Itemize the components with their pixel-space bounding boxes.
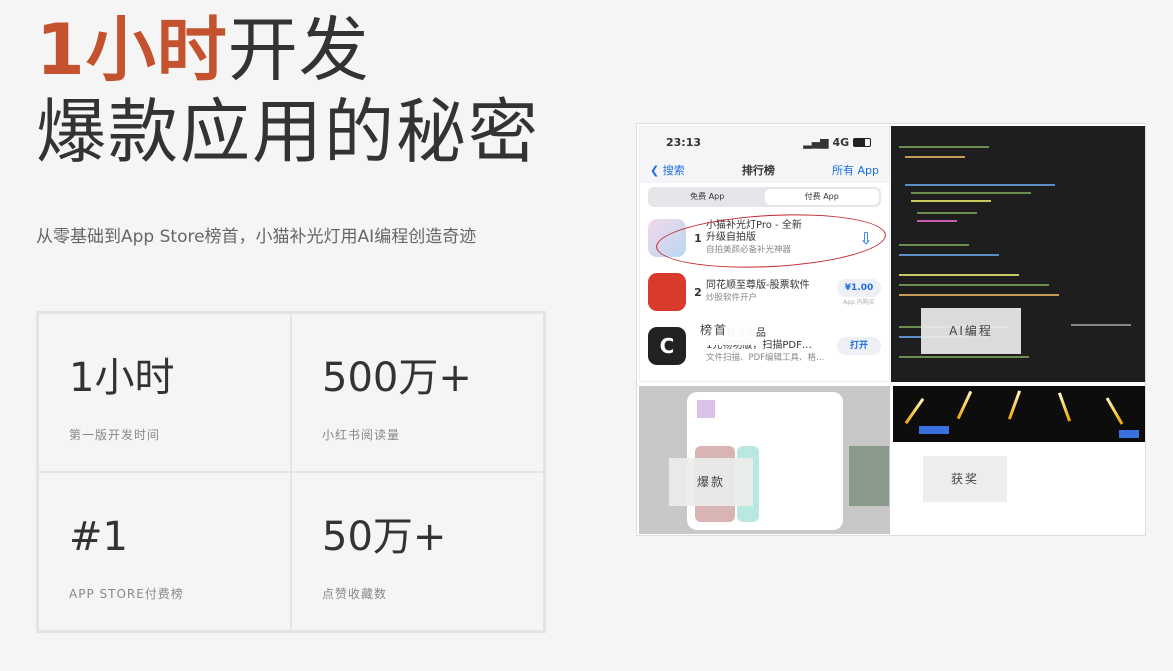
code-line bbox=[899, 284, 1049, 286]
stat-label: APP STORE付费榜 bbox=[69, 587, 184, 601]
in-app-note: App 内购买 bbox=[843, 298, 875, 306]
stage-light bbox=[956, 390, 973, 420]
stat-card: 500万+ 小红书阅读量 bbox=[291, 313, 544, 472]
title-highlight: 1小时 bbox=[36, 9, 228, 91]
subtitle: 从零基础到App Store榜首，小猫补光灯用AI编程创造奇迹 bbox=[36, 227, 477, 247]
list-item[interactable]: C 王 - 官方出品 1元物功版，扫描PDF… 文件扫描、PDF编辑工具、格… … bbox=[640, 319, 889, 373]
award-stage-photo bbox=[893, 386, 1145, 442]
code-line bbox=[899, 294, 1059, 296]
list-item[interactable]: 2 同花顺至尊版-股票软件 炒股软件开户 ¥1.00 App 内购买 bbox=[640, 265, 889, 319]
stat-card: 1小时 第一版开发时间 bbox=[38, 313, 291, 472]
highlight-circle bbox=[654, 209, 888, 273]
stat-label: 点赞收藏数 bbox=[322, 587, 388, 601]
stat-value: #1 bbox=[69, 514, 128, 560]
award-label: 获奖 bbox=[923, 456, 1007, 502]
stat-label: 小红书阅读量 bbox=[322, 428, 401, 442]
code-line bbox=[899, 244, 969, 246]
price-button[interactable]: ¥1.00 bbox=[837, 278, 881, 297]
ai-coding-label: AI编程 bbox=[921, 308, 1021, 354]
social-media-collage: 爆款 bbox=[639, 386, 890, 534]
award-panel: 获奖 bbox=[893, 442, 1145, 534]
open-button[interactable]: 打开 bbox=[837, 337, 881, 355]
title-rest: 开发 bbox=[227, 9, 370, 91]
code-line bbox=[899, 146, 989, 148]
stage-screen bbox=[1119, 430, 1139, 438]
chevron-left-icon: ❮ bbox=[650, 164, 663, 177]
code-line bbox=[899, 274, 1019, 276]
stats-grid: 1小时 第一版开发时间 500万+ 小红书阅读量 #1 APP STORE付费榜… bbox=[36, 311, 546, 633]
app-store-screenshot: 23:13 ▂▄▆ 4G ❮ 搜索 排行榜 所有 App 免费 App 付费 A… bbox=[639, 126, 890, 382]
stat-card: 50万+ 点赞收藏数 bbox=[291, 472, 544, 631]
back-button[interactable]: ❮ 搜索 bbox=[650, 162, 685, 178]
stat-value: 500万+ bbox=[322, 355, 472, 401]
title-line-2: 爆款应用的秘密 bbox=[36, 91, 540, 173]
code-line bbox=[905, 184, 1055, 186]
code-line bbox=[1071, 324, 1131, 326]
stage-screen bbox=[919, 426, 949, 434]
back-label: 搜索 bbox=[662, 164, 685, 177]
signal-icon: ▂▄▆ bbox=[803, 135, 833, 149]
status-bar: 23:13 ▂▄▆ 4G bbox=[640, 127, 889, 157]
app-icon bbox=[648, 273, 686, 311]
code-line bbox=[899, 356, 1029, 358]
status-time: 23:13 bbox=[666, 135, 702, 149]
stage-light bbox=[904, 397, 925, 425]
image-gallery: 23:13 ▂▄▆ 4G ❮ 搜索 排行榜 所有 App 免费 App 付费 A… bbox=[636, 123, 1146, 536]
stat-label: 第一版开发时间 bbox=[69, 428, 161, 442]
stage-light bbox=[1057, 392, 1072, 422]
price-group: ¥1.00 App 内购买 bbox=[837, 278, 881, 306]
tab-paid-apps[interactable]: 付费 App bbox=[764, 189, 879, 205]
app-subtitle: 文件扫描、PDF编辑工具、格… bbox=[706, 353, 825, 363]
tab-free-apps[interactable]: 免费 App bbox=[650, 189, 765, 205]
rank-number: 2 bbox=[694, 285, 702, 299]
code-line bbox=[899, 254, 999, 256]
app-icon: C bbox=[648, 327, 686, 365]
post-thumbnail bbox=[697, 400, 715, 418]
nav-title: 排行榜 bbox=[741, 164, 775, 177]
code-line bbox=[917, 212, 977, 214]
code-line bbox=[911, 192, 1031, 194]
app-info: 同花顺至尊版-股票软件 炒股软件开户 bbox=[706, 280, 837, 304]
stat-value: 1小时 bbox=[69, 355, 175, 401]
code-line bbox=[911, 200, 991, 202]
photo-thumbnail bbox=[849, 446, 889, 506]
battery-icon bbox=[853, 138, 871, 147]
ranking-overlay-label: 榜首 bbox=[690, 315, 756, 345]
nav-bar: ❮ 搜索 排行榜 所有 App bbox=[640, 157, 889, 183]
code-line bbox=[905, 156, 965, 158]
app-subtitle: 炒股软件开户 bbox=[706, 293, 758, 303]
list-item[interactable]: 1 小猫补光灯Pro - 全新 升级自拍版 自拍美颜必备补光神器 ⇩ bbox=[640, 209, 889, 273]
stat-value: 50万+ bbox=[322, 514, 447, 560]
code-line bbox=[917, 220, 957, 222]
signal-indicator: ▂▄▆ 4G bbox=[803, 136, 871, 149]
title-line-1: 1小时开发 bbox=[36, 12, 370, 88]
all-apps-link[interactable]: 所有 App bbox=[832, 162, 879, 178]
stat-card: #1 APP STORE付费榜 bbox=[38, 472, 291, 631]
segmented-control: 免费 App 付费 App bbox=[648, 187, 881, 207]
stage-light bbox=[1105, 397, 1124, 425]
stage-light bbox=[1007, 390, 1022, 420]
code-editor-screenshot: AI编程 bbox=[891, 126, 1145, 382]
network-label: 4G bbox=[832, 135, 850, 149]
viral-label: 爆款 bbox=[669, 458, 753, 506]
app-name: 同花顺至尊版-股票软件 bbox=[706, 280, 810, 291]
